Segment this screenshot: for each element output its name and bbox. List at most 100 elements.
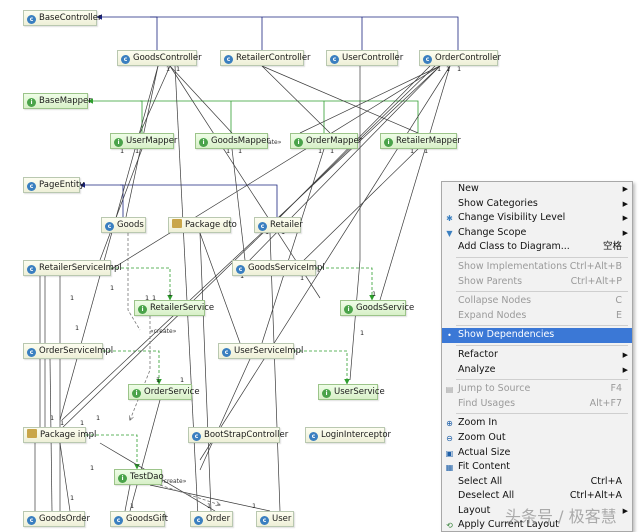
node-page-entity[interactable]: c PageEntity [23, 177, 84, 193]
multiplicity-label: 1 [437, 65, 441, 73]
menu-item-show-implementations: Show Implementations Ctrl+Alt+B [442, 260, 632, 275]
menu-item-select-all[interactable]: Select All Ctrl+A [442, 475, 632, 490]
node-user-service[interactable]: i UserService [318, 384, 385, 400]
menu-item-zoom-out[interactable]: ⊖ Zoom Out [442, 431, 632, 446]
node-goods-order[interactable]: c GoodsOrder [23, 511, 90, 527]
interface-icon: i [138, 305, 147, 314]
dependency-edge [99, 148, 143, 261]
menu-item-show-parents: Show Parents Ctrl+Alt+P [442, 275, 632, 290]
menu-item-label: Change Scope [458, 226, 527, 238]
node-retailer-mapper[interactable]: i RetailerMapper [380, 133, 461, 149]
menu-item-refactor[interactable]: Refactor ▶ [442, 348, 632, 363]
dependency-edge [261, 65, 331, 134]
node-retailer-service-impl[interactable]: c RetailerServiceImpl [23, 260, 122, 276]
class-icon: c [423, 55, 432, 64]
multiplicity-label: 1 [176, 65, 180, 73]
menu-item-label: Select All [458, 475, 503, 487]
menu-item-label: Find Usages [458, 397, 516, 409]
node-user-controller[interactable]: c UserController [326, 50, 403, 66]
menu-item-new[interactable]: New ▶ [442, 182, 632, 197]
class-icon: c [114, 516, 123, 525]
multiplicity-label: 1 [156, 376, 160, 384]
menu-item-zoom-in[interactable]: ⊕ Zoom In [442, 416, 632, 431]
node-test-dao[interactable]: i TestDao [114, 469, 164, 485]
submenu-arrow-icon: ▶ [622, 185, 628, 193]
submenu-arrow-icon: ▶ [622, 350, 628, 359]
submenu-arrow-icon: ▶ [622, 214, 628, 223]
node-retailer[interactable]: c Retailer [254, 217, 303, 233]
interface-icon: i [27, 98, 36, 107]
menu-item-label: Collapse Nodes [458, 295, 532, 307]
node-bootstrap-controller[interactable]: c BootStrapController [188, 427, 288, 443]
create-label: «create» [160, 478, 187, 485]
menu-item-shortcut: Ctrl+Alt+B [569, 260, 622, 272]
menu-item-shortcut: Ctrl+Alt+A [569, 490, 622, 502]
actual-size-icon: ▣ [445, 448, 454, 458]
interface-icon: i [118, 474, 127, 483]
menu-item-expand-nodes: Expand Nodes E [442, 309, 632, 324]
node-order-service-impl[interactable]: c OrderServiceImpl [23, 343, 113, 359]
menu-item-change-scope[interactable]: ▼ Change Scope ▶ [442, 226, 632, 241]
class-icon: c [27, 265, 36, 274]
node-base-controller[interactable]: c BaseController [23, 10, 102, 26]
node-base-mapper[interactable]: i BaseMapper [23, 93, 92, 109]
menu-item-deselect-all[interactable]: Deselect All Ctrl+Alt+A [442, 489, 632, 504]
filter-icon: ▼ [446, 228, 453, 238]
class-icon: c [105, 222, 114, 231]
node-goods-service[interactable]: i GoodsService [340, 300, 414, 316]
submenu-arrow-icon: ▶ [622, 199, 628, 208]
context-menu: New ▶ Show Categories ▶ ✱ Change Visibility L… [441, 181, 633, 532]
node-user[interactable]: c User [256, 511, 294, 527]
menu-item-find-usages: Find Usages Alt+F7 [442, 397, 632, 412]
interface-icon: i [294, 138, 303, 147]
apply-layout-icon: ⟲ [446, 521, 453, 531]
class-icon: c [258, 222, 267, 231]
menu-item-label: Show Dependencies [458, 329, 555, 341]
node-package-impl[interactable]: Package impl [23, 427, 96, 443]
node-order-service[interactable]: i OrderService [128, 384, 200, 400]
dependency-edge [129, 399, 161, 512]
node-goods[interactable]: c Goods [101, 217, 146, 233]
menu-item-collapse-nodes: Collapse Nodes C [442, 294, 632, 309]
menu-item-analyze[interactable]: Analyze ▶ [442, 363, 632, 378]
node-retailer-controller[interactable]: c RetailerController [220, 50, 311, 66]
interface-icon: i [114, 138, 123, 147]
dependency-edge [349, 66, 361, 381]
menu-item-label: Deselect All [458, 490, 515, 502]
class-icon: c [27, 348, 36, 357]
class-icon: c [27, 15, 36, 24]
node-user-mapper[interactable]: i UserMapper [110, 133, 177, 149]
node-goods-mapper[interactable]: i GoodsMapper [195, 133, 270, 149]
interface-icon: i [344, 305, 353, 314]
dependency-edge [231, 148, 246, 261]
dependency-edge [299, 148, 419, 265]
menu-item-show-categories[interactable]: Show Categories ▶ [442, 197, 632, 212]
node-goods-controller[interactable]: c GoodsController [117, 50, 202, 66]
node-goods-gift[interactable]: c GoodsGift [110, 511, 168, 527]
inherit-edge [120, 184, 278, 217]
node-order-controller[interactable]: c OrderController [419, 50, 501, 66]
menu-item-show-dependencies[interactable]: • Show Dependencies [442, 328, 632, 343]
multiplicity-label: 1 [70, 294, 74, 302]
node-retailer-service[interactable]: i RetailerService [134, 300, 214, 316]
node-package-dto[interactable]: Package dto [168, 217, 237, 233]
menu-item-change-visibility-level[interactable]: ✱ Change Visibility Level ▶ [442, 211, 632, 226]
node-user-service-impl[interactable]: c UserServiceImpl [218, 343, 303, 359]
menu-item-add-class-to-diagram[interactable]: Add Class to Diagram... 空格 [442, 240, 632, 255]
jump-icon: ▤ [445, 385, 454, 395]
menu-item-label: Refactor [458, 348, 498, 360]
menu-item-shortcut: Alt+F7 [589, 397, 622, 409]
node-goods-service-impl[interactable]: c GoodsServiceImpl [232, 260, 325, 276]
menu-item-fit-content[interactable]: ▦ Fit Content [442, 460, 632, 475]
menu-item-actual-size[interactable]: ▣ Actual Size [442, 446, 632, 461]
inherit-edge [140, 100, 419, 133]
node-login-interceptor[interactable]: c LoginInterceptor [305, 427, 391, 443]
menu-separator [456, 256, 628, 258]
class-icon: c [27, 182, 36, 191]
inherit-edge [87, 98, 143, 133]
node-order-mapper[interactable]: i OrderMapper [290, 133, 362, 149]
node-order[interactable]: c Order [190, 511, 233, 527]
menu-separator [456, 344, 628, 346]
multiplicity-label: 1 [130, 502, 134, 510]
menu-item-label: Expand Nodes [458, 309, 527, 321]
